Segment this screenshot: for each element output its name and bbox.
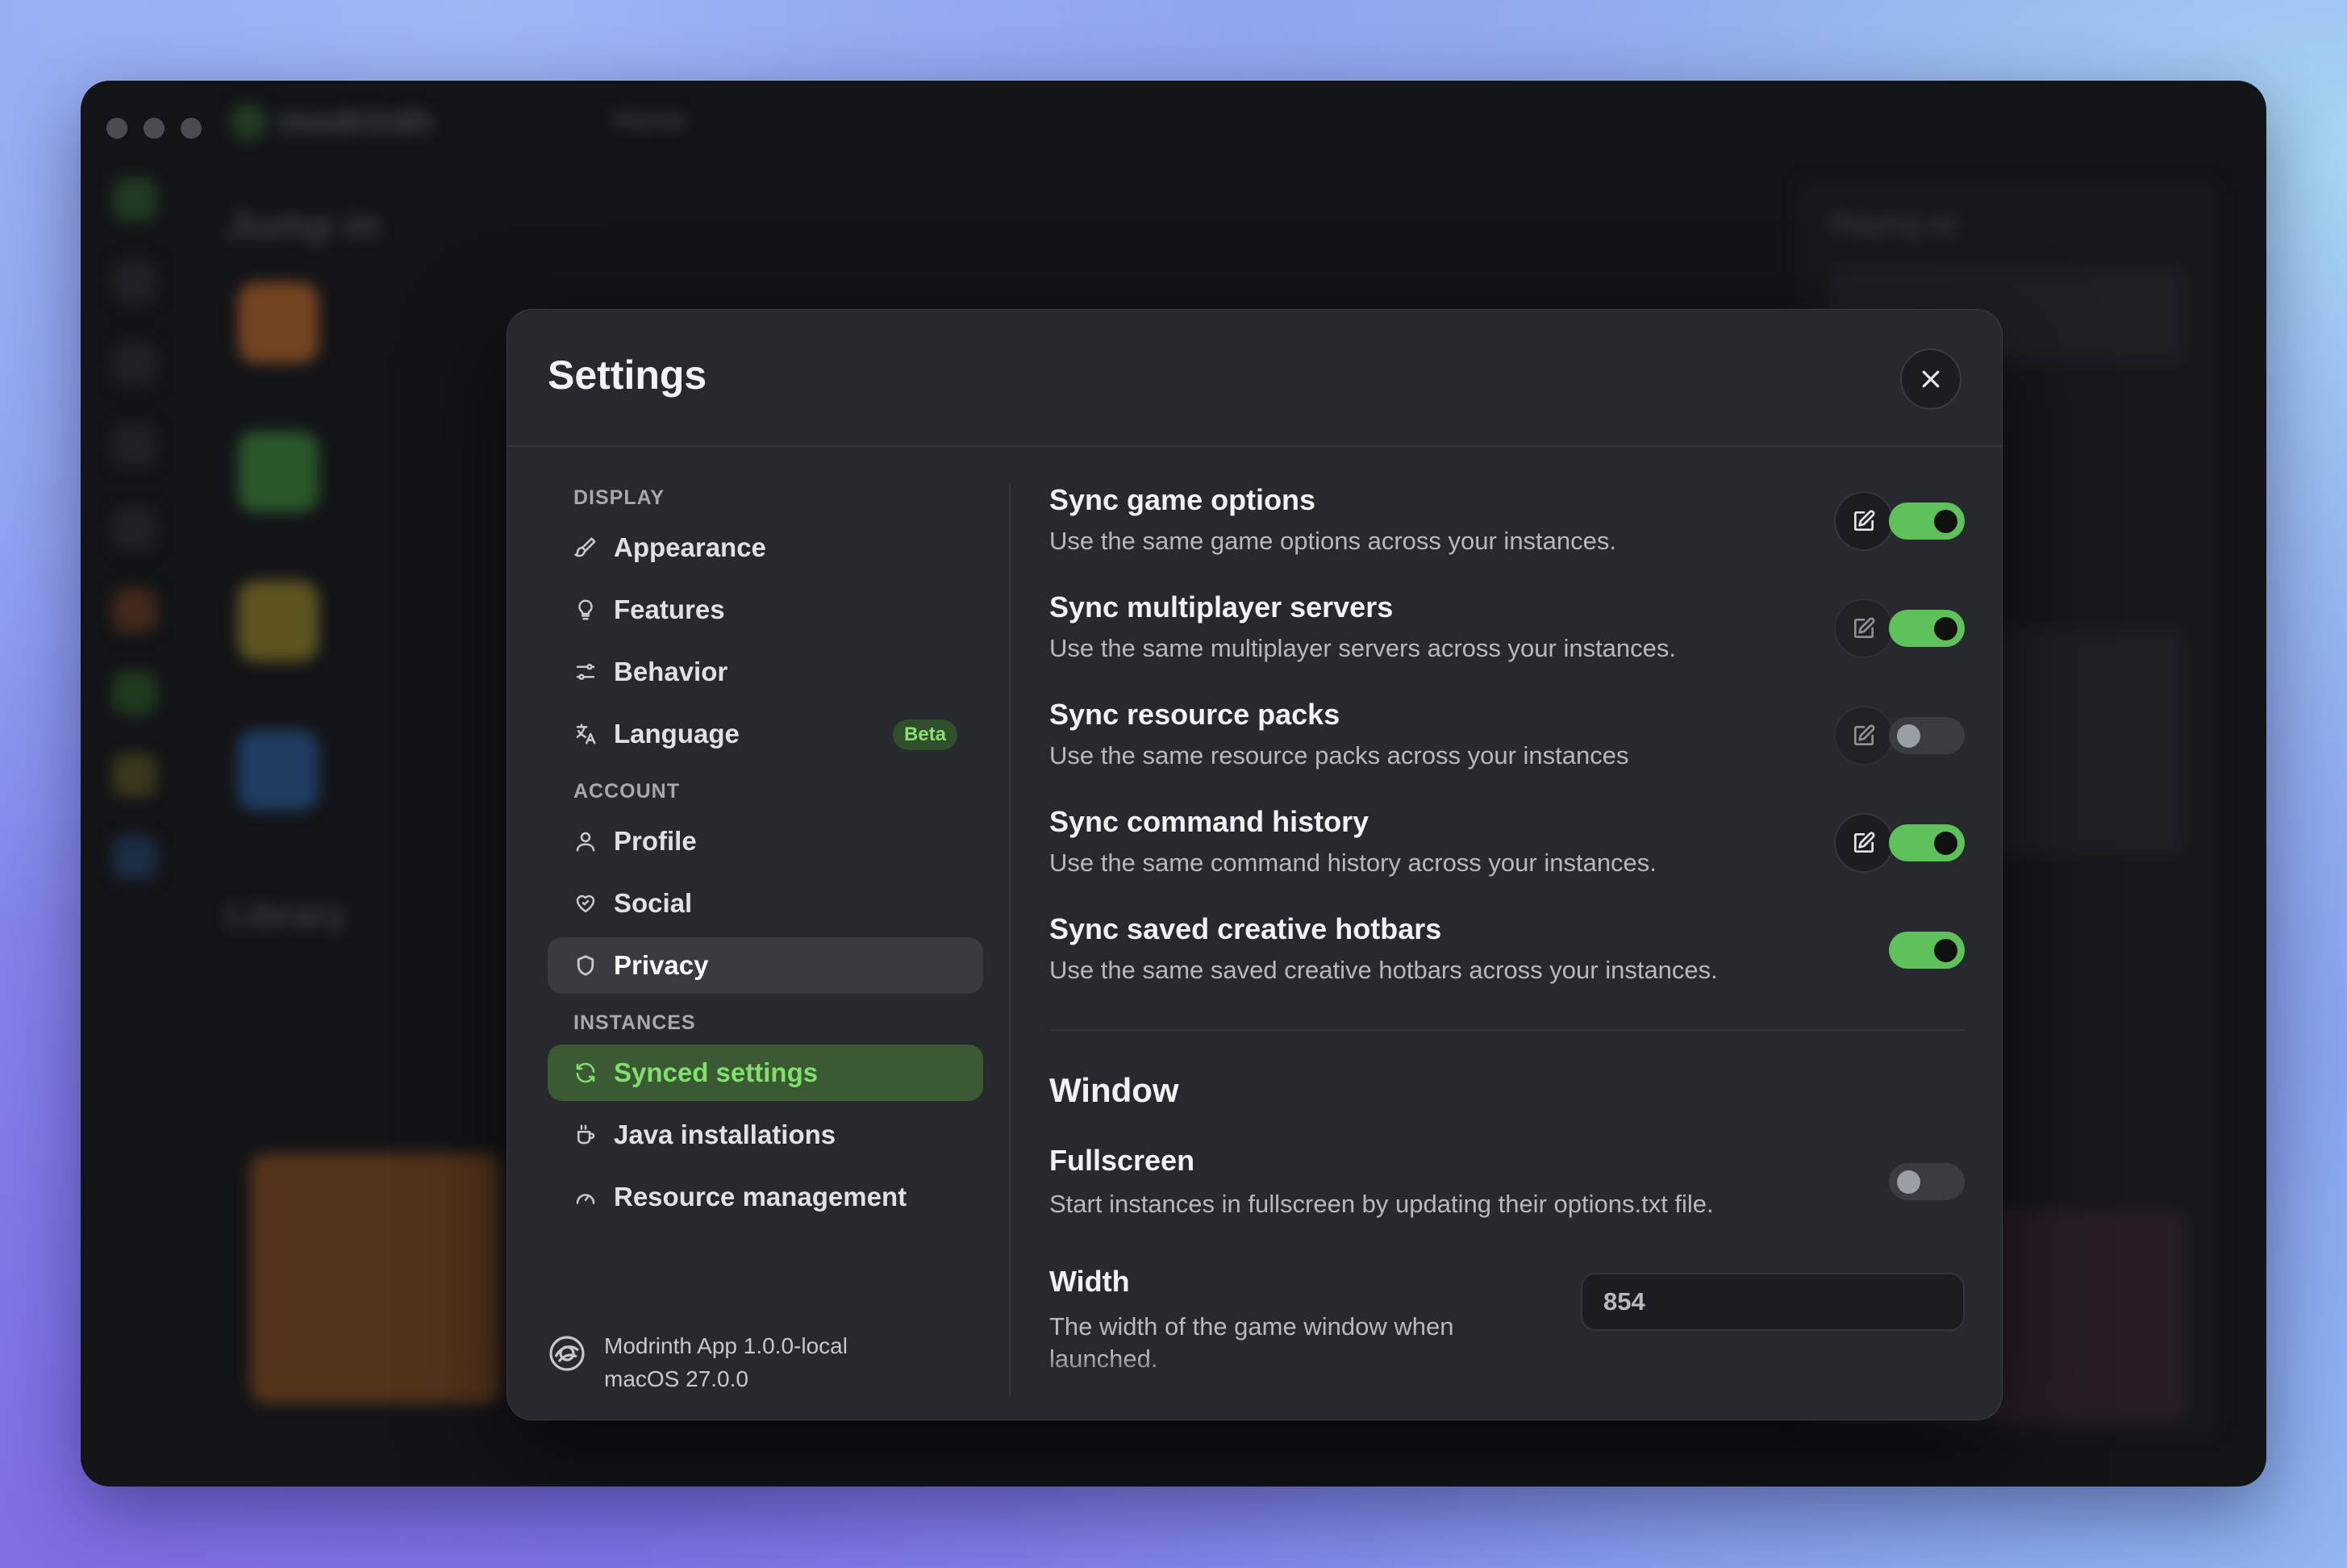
library-heading: Library bbox=[226, 895, 347, 935]
nav-label: Features bbox=[614, 594, 725, 624]
nav-label: Privacy bbox=[614, 950, 709, 980]
nav-label: Synced settings bbox=[614, 1057, 819, 1087]
nav-label: Appearance bbox=[614, 532, 766, 562]
lightbulb-icon bbox=[572, 596, 599, 623]
instance-card bbox=[238, 432, 319, 512]
instance-card bbox=[238, 282, 319, 363]
toggle-sync-command-history[interactable] bbox=[1889, 824, 1965, 861]
heart-handshake-icon bbox=[572, 890, 599, 917]
setting-title: Sync command history bbox=[1049, 805, 1369, 838]
nav-label: Social bbox=[614, 888, 693, 918]
os-version-text: macOS 27.0.0 bbox=[604, 1366, 748, 1391]
sliders-icon bbox=[572, 658, 599, 686]
setting-title: Sync saved creative hotbars bbox=[1049, 912, 1442, 945]
setting-row-sync-multiplayer-servers: Sync multiplayer servers Use the same mu… bbox=[1049, 590, 1965, 698]
description-line: The width of the game window when bbox=[1049, 1312, 1454, 1341]
coffee-icon bbox=[572, 1121, 599, 1149]
jump-in-heading: Jump in bbox=[226, 202, 381, 248]
edit-button[interactable] bbox=[1834, 706, 1894, 765]
nav-social[interactable]: Social bbox=[548, 875, 983, 932]
section-label-display: DISPLAY bbox=[573, 486, 665, 509]
setting-row-sync-command-history: Sync command history Use the same comman… bbox=[1049, 805, 1965, 912]
nav-label: Resource management bbox=[614, 1182, 907, 1211]
close-button[interactable] bbox=[1900, 348, 1961, 410]
scroll-fade bbox=[1049, 1354, 1965, 1395]
language-icon bbox=[572, 720, 599, 748]
nav-privacy[interactable]: Privacy bbox=[548, 937, 983, 994]
setting-description: Start instances in fullscreen by updatin… bbox=[1049, 1190, 1714, 1218]
beta-badge: Beta bbox=[892, 719, 957, 750]
window-section-heading: Window bbox=[1049, 1071, 1179, 1109]
setting-description: Use the same multiplayer servers across … bbox=[1049, 634, 1677, 662]
setting-row-sync-resource-packs: Sync resource packs Use the same resourc… bbox=[1049, 698, 1965, 805]
nav-profile[interactable]: Profile bbox=[548, 813, 983, 869]
nav-label: Language bbox=[614, 719, 740, 749]
toggle-sync-creative-hotbars[interactable] bbox=[1889, 932, 1965, 969]
toggle-sync-game-options[interactable] bbox=[1889, 503, 1965, 540]
app-logo-text: modrinth bbox=[278, 102, 432, 141]
nav-label: Profile bbox=[614, 826, 697, 856]
edit-icon bbox=[1854, 832, 1875, 853]
nav-label: Java installations bbox=[614, 1120, 836, 1149]
app-version-text: Modrinth App 1.0.0-local bbox=[604, 1333, 848, 1358]
nav-java-installations[interactable]: Java installations bbox=[548, 1107, 983, 1163]
modal-title: Settings bbox=[548, 352, 707, 398]
width-input[interactable]: 854 bbox=[1581, 1273, 1965, 1331]
sync-icon bbox=[572, 1059, 599, 1086]
edit-button[interactable] bbox=[1834, 491, 1894, 551]
instance-card bbox=[238, 581, 319, 661]
section-divider bbox=[1049, 1029, 1965, 1031]
settings-modal: Settings DISPLAY Appearance Features Beh… bbox=[507, 309, 2003, 1420]
nav-rail bbox=[103, 177, 168, 918]
setting-title: Sync resource packs bbox=[1049, 698, 1340, 731]
edit-icon bbox=[1854, 724, 1875, 745]
section-label-instances: INSTANCES bbox=[573, 1011, 696, 1034]
nav-resource-management[interactable]: Resource management bbox=[548, 1169, 983, 1225]
gauge-icon bbox=[572, 1183, 599, 1211]
paintbrush-icon bbox=[572, 534, 599, 561]
setting-description: Use the same game options across your in… bbox=[1049, 527, 1617, 555]
nav-features[interactable]: Features bbox=[548, 582, 983, 638]
edit-button[interactable] bbox=[1834, 598, 1894, 658]
app-window: modrinth Home Jump in Library Playing as… bbox=[81, 81, 2266, 1487]
user-icon bbox=[572, 828, 599, 855]
settings-content: Sync game options Use the same game opti… bbox=[1049, 483, 1965, 1395]
modrinth-logo-icon bbox=[549, 1336, 585, 1371]
settings-sidebar: DISPLAY Appearance Features Behavior Lan… bbox=[548, 483, 983, 1403]
nav-behavior[interactable]: Behavior bbox=[548, 644, 983, 700]
nav-language[interactable]: Language Beta bbox=[548, 706, 983, 762]
toggle-sync-multiplayer-servers[interactable] bbox=[1889, 610, 1965, 647]
sidebar-divider bbox=[1009, 483, 1011, 1395]
instance-card bbox=[238, 730, 319, 811]
modrinth-logo-icon bbox=[230, 103, 267, 140]
setting-row-sync-creative-hotbars: Sync saved creative hotbars Use the same… bbox=[1049, 912, 1965, 1020]
home-tab: Home bbox=[613, 105, 686, 136]
edit-button[interactable] bbox=[1834, 813, 1894, 873]
setting-title: Width bbox=[1049, 1265, 1130, 1298]
shield-icon bbox=[572, 952, 599, 979]
toggle-sync-resource-packs[interactable] bbox=[1889, 717, 1965, 754]
setting-description: Use the same command history across your… bbox=[1049, 849, 1657, 877]
setting-title: Fullscreen bbox=[1049, 1144, 1195, 1177]
setting-row-sync-game-options: Sync game options Use the same game opti… bbox=[1049, 483, 1965, 590]
setting-title: Sync multiplayer servers bbox=[1049, 590, 1394, 623]
library-thumb bbox=[250, 1153, 500, 1403]
nav-label: Behavior bbox=[614, 657, 728, 686]
setting-description: Use the same resource packs across your … bbox=[1049, 741, 1629, 769]
setting-description: Use the same saved creative hotbars acro… bbox=[1049, 956, 1718, 984]
toggle-fullscreen[interactable] bbox=[1889, 1163, 1965, 1200]
modal-header: Settings bbox=[507, 310, 2002, 447]
setting-title: Sync game options bbox=[1049, 483, 1316, 516]
app-version-info: Modrinth App 1.0.0-local macOS 27.0.0 bbox=[548, 1333, 848, 1395]
edit-icon bbox=[1854, 617, 1875, 638]
nav-appearance[interactable]: Appearance bbox=[548, 519, 983, 576]
close-icon bbox=[1922, 370, 1940, 388]
section-label-account: ACCOUNT bbox=[573, 780, 680, 803]
nav-synced-settings[interactable]: Synced settings bbox=[548, 1045, 983, 1101]
edit-icon bbox=[1854, 510, 1875, 531]
setting-row-fullscreen: Fullscreen Start instances in fullscreen… bbox=[1049, 1144, 1965, 1265]
